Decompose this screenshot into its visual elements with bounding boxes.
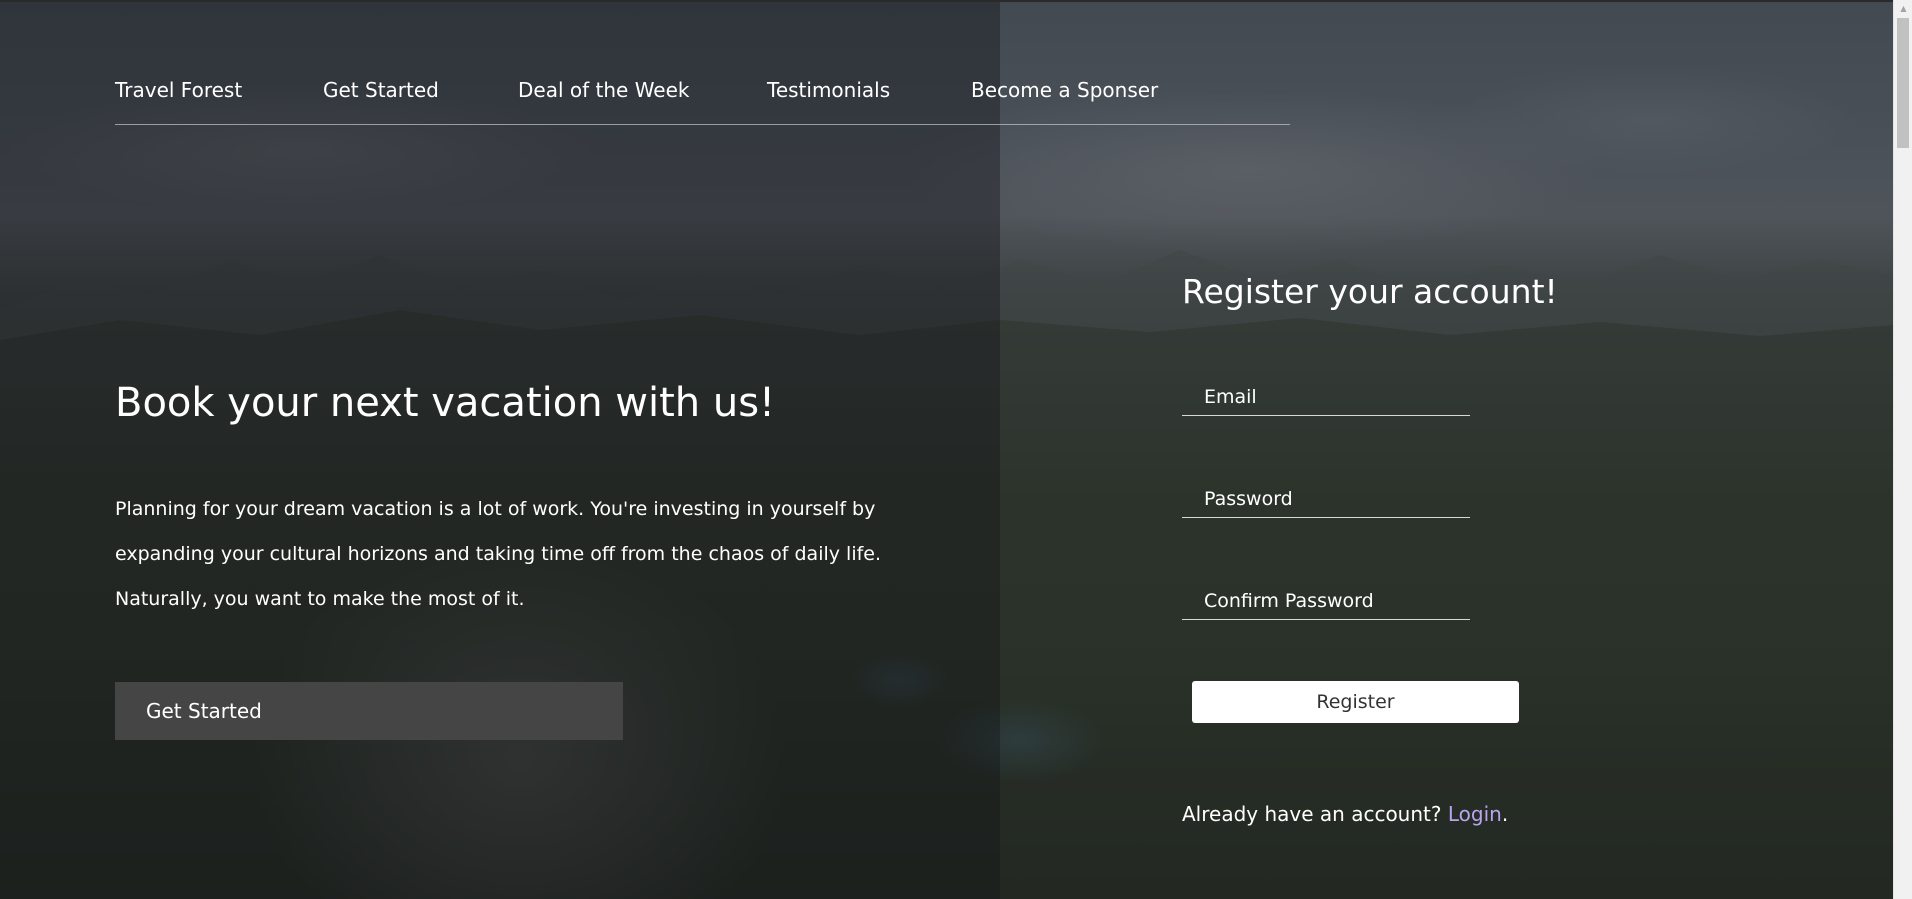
email-field[interactable] (1182, 380, 1470, 414)
nav-item-travel-forest[interactable]: Travel Forest (115, 76, 242, 104)
nav-item-get-started[interactable]: Get Started (323, 76, 439, 104)
login-prompt-text: Already have an account? (1182, 802, 1448, 826)
email-field-container (1182, 380, 1470, 416)
login-prompt-line: Already have an account? Login. (1182, 799, 1508, 829)
scroll-up-arrow-icon[interactable]: ▲ (1894, 0, 1912, 17)
hero-description: Planning for your dream vacation is a lo… (115, 498, 882, 610)
left-dark-overlay (0, 0, 1000, 899)
nav-item-testimonials[interactable]: Testimonials (767, 76, 890, 104)
scrollbar-thumb[interactable] (1897, 18, 1909, 148)
register-form-title: Register your account! (1182, 272, 1558, 311)
hero-title: Book your next vacation with us! (115, 380, 776, 426)
confirm-password-field[interactable] (1182, 584, 1470, 618)
top-navigation: Travel Forest Get Started Deal of the We… (115, 76, 1290, 125)
login-link[interactable]: Login (1448, 802, 1502, 826)
get-started-button[interactable]: Get Started (115, 682, 623, 740)
password-field[interactable] (1182, 482, 1470, 516)
page: Travel Forest Get Started Deal of the We… (0, 0, 1912, 899)
vertical-scrollbar[interactable]: ▲ (1893, 0, 1912, 899)
confirm-password-field-container (1182, 584, 1470, 620)
window-top-edge (0, 0, 1912, 2)
nav-item-deal-of-the-week[interactable]: Deal of the Week (518, 76, 689, 104)
password-field-container (1182, 482, 1470, 518)
right-dark-overlay (1000, 0, 1893, 899)
login-suffix: . (1501, 802, 1509, 826)
nav-item-become-a-sponser[interactable]: Become a Sponser (971, 76, 1158, 104)
register-button[interactable]: Register (1192, 681, 1519, 723)
